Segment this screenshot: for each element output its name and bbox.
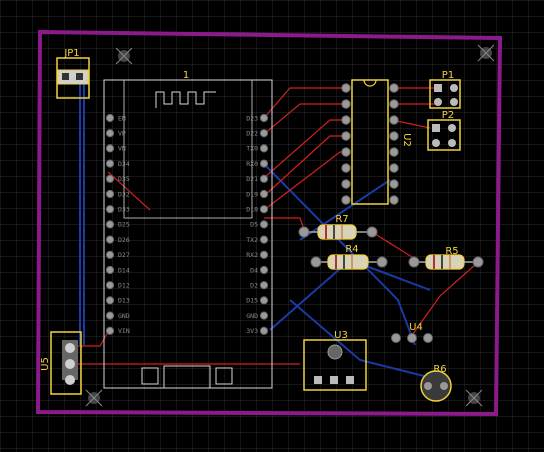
u2-pin-pad[interactable] <box>341 179 351 189</box>
p1-label: P1 <box>442 70 454 81</box>
esp32-pin-pad[interactable] <box>259 159 269 168</box>
esp32-pin-pad[interactable] <box>105 129 115 138</box>
esp32-pin-label: D2 <box>250 282 258 290</box>
esp32-pin-label: D13 <box>118 297 130 305</box>
esp32-pin-pad[interactable] <box>259 296 269 305</box>
esp32-pin-pad[interactable] <box>259 189 269 199</box>
mounting-hole-icon <box>465 389 483 407</box>
esp32-pin-label: D15 <box>246 297 258 305</box>
esp32-pin-label: D19 <box>246 190 258 198</box>
esp32-pin-label: D34 <box>118 160 130 168</box>
esp32-pin-pad[interactable] <box>105 144 115 153</box>
esp32-pin-label: D25 <box>118 221 130 229</box>
u2-pin-pad[interactable] <box>341 131 351 141</box>
u2-label: U2 <box>401 133 412 147</box>
esp32-pin-label: GND <box>118 312 130 320</box>
u2-pin-pad[interactable] <box>389 195 399 205</box>
esp32-pin-pad[interactable] <box>105 220 115 229</box>
u4-label: U4 <box>409 322 423 333</box>
esp32-pin-pad[interactable] <box>259 235 269 244</box>
esp32-pin-label: RX2 <box>246 251 258 259</box>
esp32-pin-pad[interactable] <box>105 311 115 320</box>
u2-pin-pad[interactable] <box>341 163 351 173</box>
esp32-pin-label: D33 <box>118 206 130 214</box>
esp32-pin-label: TX0 <box>246 145 258 153</box>
esp32-pin-pad[interactable] <box>105 205 115 214</box>
esp32-pin-pad[interactable] <box>105 235 115 244</box>
jp1-label: JP1 <box>63 48 79 59</box>
esp32-pin-pad[interactable] <box>259 220 269 229</box>
esp32-label: 1 <box>183 70 189 81</box>
esp32-pin-label: EN <box>118 114 126 122</box>
esp32-pin-label: D21 <box>246 175 258 183</box>
esp32-pin-pad[interactable] <box>259 281 269 290</box>
esp32-pin-label: D26 <box>118 236 130 244</box>
r6-label: R6 <box>433 364 446 375</box>
esp32-pin-label: D18 <box>246 206 258 214</box>
esp32-pin-label: VIN <box>118 327 130 335</box>
esp32-pin-label: D12 <box>118 282 130 290</box>
r4-label: R4 <box>345 244 358 255</box>
pcb-layout-view[interactable]: 1 EN VP VN D34 D35 D32 D33 D25 D26 D27 D14 D12 D13 GN… <box>0 0 544 452</box>
u3-label: U3 <box>334 330 348 341</box>
esp32-pin-label: D27 <box>118 251 130 259</box>
esp32-pin-label: D22 <box>246 130 258 138</box>
esp32-pin-pad[interactable] <box>105 296 115 305</box>
esp32-pin-label: D5 <box>250 221 258 229</box>
esp32-pin-pad[interactable] <box>259 326 269 335</box>
mounting-hole-icon <box>115 47 133 65</box>
esp32-pin-pad[interactable] <box>105 113 115 123</box>
u2-pin-pad[interactable] <box>341 83 351 93</box>
esp32-pin-pad[interactable] <box>259 113 269 123</box>
u2-pin-pad[interactable] <box>341 147 351 157</box>
esp32-pin-pad[interactable] <box>105 281 115 290</box>
u2-pin-pad[interactable] <box>389 115 399 125</box>
esp32-pin-label: VP <box>118 130 126 138</box>
esp32-pin-pad[interactable] <box>105 265 115 275</box>
esp32-pin-label: TX2 <box>246 236 258 244</box>
esp32-right-pin-column: D23 D22 TX0 RX0 D21 D19 D18 D5 TX2 RX2 D4 D2 D15 GND 3… <box>246 113 269 335</box>
esp32-pin-pad[interactable] <box>105 159 115 168</box>
esp32-pin-pad[interactable] <box>105 250 115 259</box>
esp32-pin-pad[interactable] <box>105 326 115 335</box>
mounting-hole-icon <box>85 389 103 407</box>
r7-label: R7 <box>335 214 348 225</box>
pcb-canvas[interactable]: 1 EN VP VN D34 D35 D32 D33 D25 D26 D27 D14 D12 D13 GN… <box>0 0 544 452</box>
u2-pin-pad[interactable] <box>389 179 399 189</box>
u5-label: U5 <box>40 357 51 371</box>
esp32-pin-pad[interactable] <box>259 174 269 183</box>
u2-pin-pad[interactable] <box>341 115 351 125</box>
esp32-pin-label: D32 <box>118 190 130 198</box>
esp32-pin-label: RX0 <box>246 160 258 168</box>
esp32-pin-label: D35 <box>118 175 130 183</box>
esp32-pin-pad[interactable] <box>105 189 115 199</box>
u2-pin-pad[interactable] <box>389 163 399 173</box>
esp32-pin-label: VN <box>118 145 126 153</box>
esp32-pin-pad[interactable] <box>259 205 269 214</box>
esp32-pin-label: GND <box>246 312 258 320</box>
p2-label: P2 <box>442 110 454 121</box>
esp32-pin-label: D23 <box>246 114 258 122</box>
esp32-pin-label: D4 <box>250 266 258 274</box>
u2-pin-pad[interactable] <box>389 147 399 157</box>
esp32-pin-label: D14 <box>118 266 130 274</box>
mounting-hole-icon <box>477 44 495 62</box>
u2-pin-pad[interactable] <box>341 195 351 205</box>
u2-pin-pad[interactable] <box>389 99 399 109</box>
esp32-pin-pad[interactable] <box>259 250 269 259</box>
esp32-pin-pad[interactable] <box>105 174 115 183</box>
esp32-pin-label: 3V3 <box>246 327 258 335</box>
u2-pin-pad[interactable] <box>389 83 399 93</box>
esp32-pin-pad[interactable] <box>259 129 269 138</box>
u2-pin-pad[interactable] <box>341 99 351 109</box>
esp32-pin-pad[interactable] <box>259 265 269 275</box>
esp32-pin-pad[interactable] <box>259 144 269 153</box>
r5-label: R5 <box>445 246 458 257</box>
u2-pin-pad[interactable] <box>389 131 399 141</box>
esp32-pin-pad[interactable] <box>259 311 269 320</box>
